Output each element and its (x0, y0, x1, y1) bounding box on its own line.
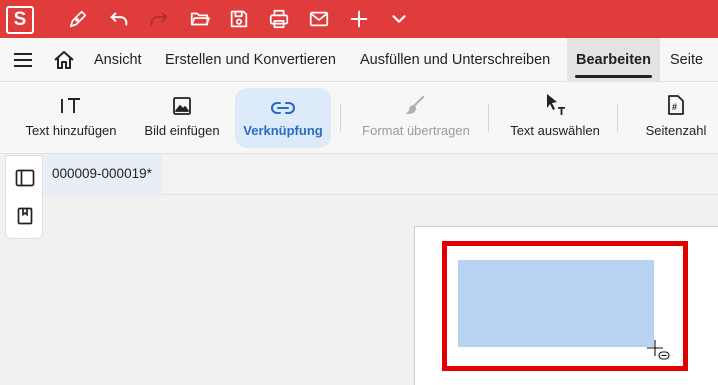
chevron-down-icon[interactable] (387, 7, 411, 31)
select-text-icon (502, 88, 608, 116)
hamburger-menu-icon[interactable] (12, 50, 34, 70)
select-text-button[interactable]: Text auswählen (502, 88, 608, 148)
toolbar-divider (340, 104, 341, 132)
document-tab-title: 000009-000019* (52, 166, 152, 181)
side-panel (5, 155, 43, 239)
select-text-label: Text auswählen (510, 123, 600, 138)
link-label: Verknüpfung (243, 123, 323, 138)
print-icon[interactable] (267, 7, 291, 31)
toolbar-divider (617, 104, 618, 132)
insert-image-label: Bild einfügen (144, 123, 220, 138)
edit-toolbar: Text hinzufügen Bild einfügen Verknüpfun… (0, 82, 718, 154)
add-text-button[interactable]: Text hinzufügen (18, 88, 124, 148)
tab-bearbeiten[interactable]: Bearbeiten (567, 38, 660, 82)
format-painter-label: Format übertragen (362, 123, 470, 138)
link-button[interactable]: Verknüpfung (235, 88, 331, 148)
format-painter-button[interactable]: Format übertragen (352, 88, 480, 148)
app-logo-letter: S (13, 9, 27, 30)
open-folder-icon[interactable] (188, 7, 212, 31)
brush-icon (352, 88, 480, 116)
document-tab[interactable]: 000009-000019* (44, 155, 162, 195)
bookmark-icon[interactable] (14, 205, 36, 227)
add-text-label: Text hinzufügen (25, 123, 117, 138)
add-text-icon (18, 88, 124, 116)
tab-ausfuellen-unterschreiben[interactable]: Ausfüllen und Unterschreiben (360, 38, 550, 82)
page-number-icon: # (634, 88, 718, 116)
home-icon[interactable] (52, 49, 76, 71)
add-icon[interactable] (347, 7, 371, 31)
ribbon-tabs: Ansicht Erstellen und Konvertieren Ausfü… (0, 38, 718, 82)
app-logo[interactable]: S (6, 6, 34, 34)
redo-icon (147, 7, 171, 31)
tab-erstellen-konvertieren[interactable]: Erstellen und Konvertieren (165, 38, 336, 82)
page-number-button[interactable]: # Seitenzahl (634, 88, 718, 148)
toolbar-divider (488, 104, 489, 132)
tab-seite[interactable]: Seite (670, 38, 703, 82)
title-bar: S (0, 0, 718, 38)
tab-ansicht[interactable]: Ansicht (94, 38, 142, 82)
document-tab-bar: 000009-000019* (44, 155, 718, 195)
save-icon[interactable] (227, 7, 251, 31)
link-cursor-icon (646, 339, 670, 361)
mail-icon[interactable] (307, 7, 331, 31)
link-icon (235, 88, 331, 116)
sidebar-toggle-icon[interactable] (14, 167, 36, 189)
page-number-label: Seitenzahl (645, 123, 707, 138)
insert-image-button[interactable]: Bild einfügen (136, 88, 228, 148)
undo-icon[interactable] (107, 7, 131, 31)
svg-text:#: # (672, 102, 677, 112)
pen-icon[interactable] (66, 7, 90, 31)
image-icon (136, 88, 228, 116)
